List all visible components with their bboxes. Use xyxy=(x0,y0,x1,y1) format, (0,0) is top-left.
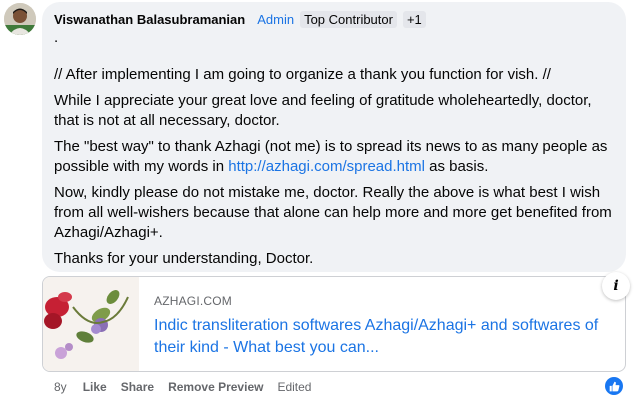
comment-bubble: Viswanathan Balasubramanian Admin Top Co… xyxy=(42,2,626,272)
spread-link[interactable]: http://azhagi.com/spread.html xyxy=(228,158,425,175)
edited-label: Edited xyxy=(277,380,312,394)
preview-title[interactable]: Indic transliteration softwares Azhagi/A… xyxy=(154,315,619,359)
author-name[interactable]: Viswanathan Balasubramanian xyxy=(54,12,245,27)
admin-badge: Admin xyxy=(257,11,295,27)
preview-domain: AZHAGI.COM xyxy=(154,294,233,308)
comment-actions: 8y Like Share Remove Preview Edited xyxy=(54,380,311,394)
comment-paragraph-2: While I appreciate your great love and f… xyxy=(54,92,592,129)
more-badges-count[interactable]: +1 xyxy=(402,10,426,28)
comment-body: . // After implementing I am going to or… xyxy=(54,28,614,269)
comment-paragraph-5: Thanks for your understanding, Doctor. xyxy=(54,250,314,267)
comment-paragraph-3: The "best way" to thank Azhagi (not me) … xyxy=(54,137,614,177)
share-button[interactable]: Share xyxy=(121,380,154,394)
avatar-image xyxy=(4,3,36,35)
comment-time[interactable]: 8y xyxy=(54,380,67,394)
like-button[interactable]: Like xyxy=(83,380,107,394)
comment-header: Viswanathan Balasubramanian Admin Top Co… xyxy=(54,10,614,28)
top-contributor-badge: Top Contributor xyxy=(300,10,397,28)
info-icon[interactable]: i xyxy=(602,272,630,300)
comment-paragraph-1: // After implementing I am going to orga… xyxy=(54,66,551,83)
comment-dot: . xyxy=(54,29,59,46)
link-preview-card[interactable]: AZHAGI.COM Indic transliteration softwar… xyxy=(42,276,626,372)
avatar[interactable] xyxy=(4,3,36,35)
comment-paragraph-4: Now, kindly please do not mistake me, do… xyxy=(54,184,612,241)
thumbs-up-icon[interactable] xyxy=(605,377,623,395)
paragraph-3-text-after: as basis. xyxy=(425,158,489,175)
remove-preview-button[interactable]: Remove Preview xyxy=(168,380,263,394)
preview-thumbnail xyxy=(43,277,139,371)
